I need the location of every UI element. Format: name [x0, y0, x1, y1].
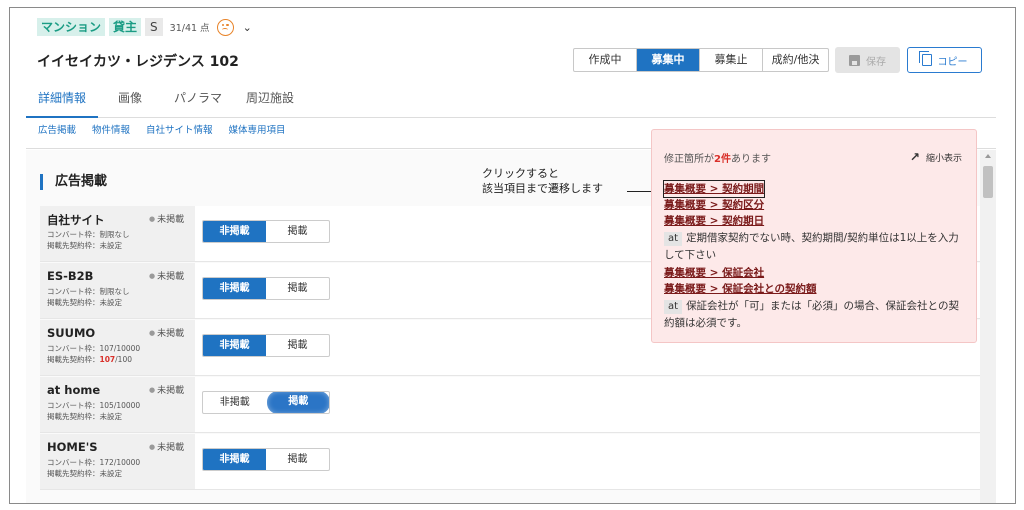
- main-tabs: 詳細情報 画像 パノラマ 周辺施設: [26, 88, 996, 118]
- contract-limit: 掲載先契約枠：107/100: [47, 355, 132, 364]
- subnav-ad-listing[interactable]: 広告掲載: [38, 123, 76, 148]
- publish-option[interactable]: 掲載: [266, 449, 329, 470]
- contract-limit: 掲載先契約枠：未設定: [47, 298, 122, 307]
- tab-panorama[interactable]: パノラマ: [162, 88, 234, 118]
- callout-line-1: クリックすると: [482, 167, 559, 180]
- unpublish-option[interactable]: 非掲載: [203, 449, 266, 470]
- error-link-contract-period[interactable]: 募集概要 > 契約期間: [662, 180, 766, 198]
- publish-toggle: 非掲載 掲載: [202, 220, 330, 243]
- unpublish-option[interactable]: 非掲載: [203, 392, 267, 413]
- section-heading: 広告掲載: [40, 174, 107, 190]
- error-link-guarantor-amount[interactable]: 募集概要 > 保証会社との契約額: [664, 281, 969, 297]
- chevron-down-icon[interactable]: ⌄: [243, 21, 252, 34]
- tab-details[interactable]: 詳細情報: [26, 88, 99, 118]
- media-info: ES-B2B 未掲載 コンバート枠：制限なし 掲載先契約枠：未設定: [40, 263, 195, 318]
- convert-limit: コンバート枠：105/10000: [47, 401, 141, 410]
- copy-button[interactable]: コピー: [907, 47, 982, 73]
- media-name: HOME'S: [47, 440, 98, 454]
- contract-limit: 掲載先契約枠：未設定: [47, 241, 122, 250]
- diagonal-arrow-icon: ↗: [909, 150, 920, 164]
- sad-face-icon: [216, 18, 234, 36]
- unpublish-option[interactable]: 非掲載: [203, 278, 266, 299]
- error-link-contract-date[interactable]: 募集概要 > 契約期日: [664, 213, 969, 229]
- media-tag: at: [664, 300, 683, 314]
- error-list: 募集概要 > 契約期間 募集概要 > 契約区分 募集概要 > 契約期日 at 定期…: [662, 177, 969, 333]
- status-stopped-button[interactable]: 募集止: [700, 49, 763, 71]
- publish-option[interactable]: 掲載: [266, 221, 329, 242]
- copy-icon: [918, 51, 932, 66]
- scrollbar-thumb[interactable]: [983, 166, 993, 198]
- minimize-label: 縮小表示: [925, 153, 962, 164]
- type-tag: マンション: [37, 18, 106, 36]
- convert-limit: コンバート枠：制限なし: [47, 230, 130, 239]
- app-window: マンション 貸主 S 31/41 点 ⌄ イイセイカツ・レジデンス 102 作成…: [9, 7, 1016, 504]
- media-tag: at: [664, 232, 683, 246]
- save-label: 保存: [866, 56, 886, 68]
- tab-surroundings[interactable]: 周辺施設: [234, 88, 306, 118]
- error-panel: 修正箇所が2件あります ↗ 縮小表示 募集概要 > 契約期間 募集概要 > 契約…: [651, 129, 977, 343]
- publish-toggle: 非掲載 掲載: [202, 277, 330, 300]
- owner-tag: 貸主: [109, 18, 142, 36]
- media-status: 未掲載: [149, 269, 184, 282]
- media-row: at home 未掲載 コンバート枠：105/10000 掲載先契約枠：未設定 …: [40, 377, 984, 433]
- page-title: イイセイカツ・レジデンス 102: [37, 54, 239, 70]
- vertical-scrollbar[interactable]: [980, 150, 996, 503]
- media-info: SUUMO 未掲載 コンバート枠：107/10000 掲載先契約枠：107/10…: [40, 320, 195, 375]
- contract-limit: 掲載先契約枠：未設定: [47, 412, 122, 421]
- save-icon: [849, 54, 860, 66]
- unpublish-option[interactable]: 非掲載: [203, 221, 266, 242]
- subnav-media-fields[interactable]: 媒体専用項目: [229, 123, 286, 148]
- unpublish-option[interactable]: 非掲載: [203, 335, 266, 356]
- media-name: 自社サイト: [47, 213, 105, 227]
- media-name: ES-B2B: [47, 269, 94, 283]
- subnav-property-info[interactable]: 物件情報: [92, 123, 130, 148]
- convert-limit: コンバート枠：107/10000: [47, 344, 141, 353]
- error-message: at 保証会社が「可」または「必須」の場合、保証会社との契約額は必須です。: [664, 300, 959, 329]
- error-link-guarantor[interactable]: 募集概要 > 保証会社: [664, 265, 969, 281]
- media-info: HOME'S 未掲載 コンバート枠：172/10000 掲載先契約枠：未設定: [40, 434, 195, 489]
- publish-toggle: 非掲載 掲載: [202, 391, 330, 414]
- score-text: 31/41 点: [169, 23, 210, 34]
- error-summary: 修正箇所が2件あります: [664, 154, 771, 165]
- subnav-company-site-info[interactable]: 自社サイト情報: [146, 123, 213, 148]
- media-info: at home 未掲載 コンバート枠：105/10000 掲載先契約枠：未設定: [40, 377, 195, 432]
- status-contracted-button[interactable]: 成約/他決: [763, 49, 828, 71]
- convert-limit: コンバート枠：制限なし: [47, 287, 130, 296]
- media-status: 未掲載: [149, 440, 184, 453]
- publish-option[interactable]: 掲載: [266, 335, 329, 356]
- copy-label: コピー: [937, 56, 968, 68]
- tab-images[interactable]: 画像: [106, 88, 154, 118]
- media-status: 未掲載: [149, 383, 184, 396]
- property-tags: マンション 貸主 S 31/41 点 ⌄: [37, 18, 252, 36]
- publish-option[interactable]: 掲載: [266, 392, 329, 413]
- minimize-button[interactable]: ↗ 縮小表示: [910, 150, 962, 164]
- annotation-callout: クリックすると 該当項目まで遷移します: [482, 166, 603, 196]
- publish-toggle: 非掲載 掲載: [202, 334, 330, 357]
- error-link-contract-type[interactable]: 募集概要 > 契約区分: [664, 197, 969, 213]
- status-draft-button[interactable]: 作成中: [574, 49, 637, 71]
- contract-limit: 掲載先契約枠：未設定: [47, 469, 122, 478]
- media-row: HOME'S 未掲載 コンバート枠：172/10000 掲載先契約枠：未設定 非…: [40, 434, 984, 490]
- error-message: at 定期借家契約でない時、契約期間/契約単位は1以上を入力して下さい: [664, 232, 959, 261]
- media-status: 未掲載: [149, 212, 184, 225]
- media-info: 自社サイト 未掲載 コンバート枠：制限なし 掲載先契約枠：未設定: [40, 206, 195, 261]
- status-recruiting-button[interactable]: 募集中: [637, 49, 700, 71]
- media-name: SUUMO: [47, 326, 96, 340]
- media-name: at home: [47, 383, 101, 397]
- callout-line-2: 該当項目まで遷移します: [482, 182, 603, 195]
- scroll-up-icon[interactable]: [985, 154, 991, 158]
- media-status: 未掲載: [149, 326, 184, 339]
- save-button[interactable]: 保存: [835, 47, 900, 73]
- status-button-group: 作成中 募集中 募集止 成約/他決: [573, 48, 829, 72]
- publish-option[interactable]: 掲載: [266, 278, 329, 299]
- publish-toggle: 非掲載 掲載: [202, 448, 330, 471]
- rank-tag: S: [145, 18, 163, 36]
- convert-limit: コンバート枠：172/10000: [47, 458, 141, 467]
